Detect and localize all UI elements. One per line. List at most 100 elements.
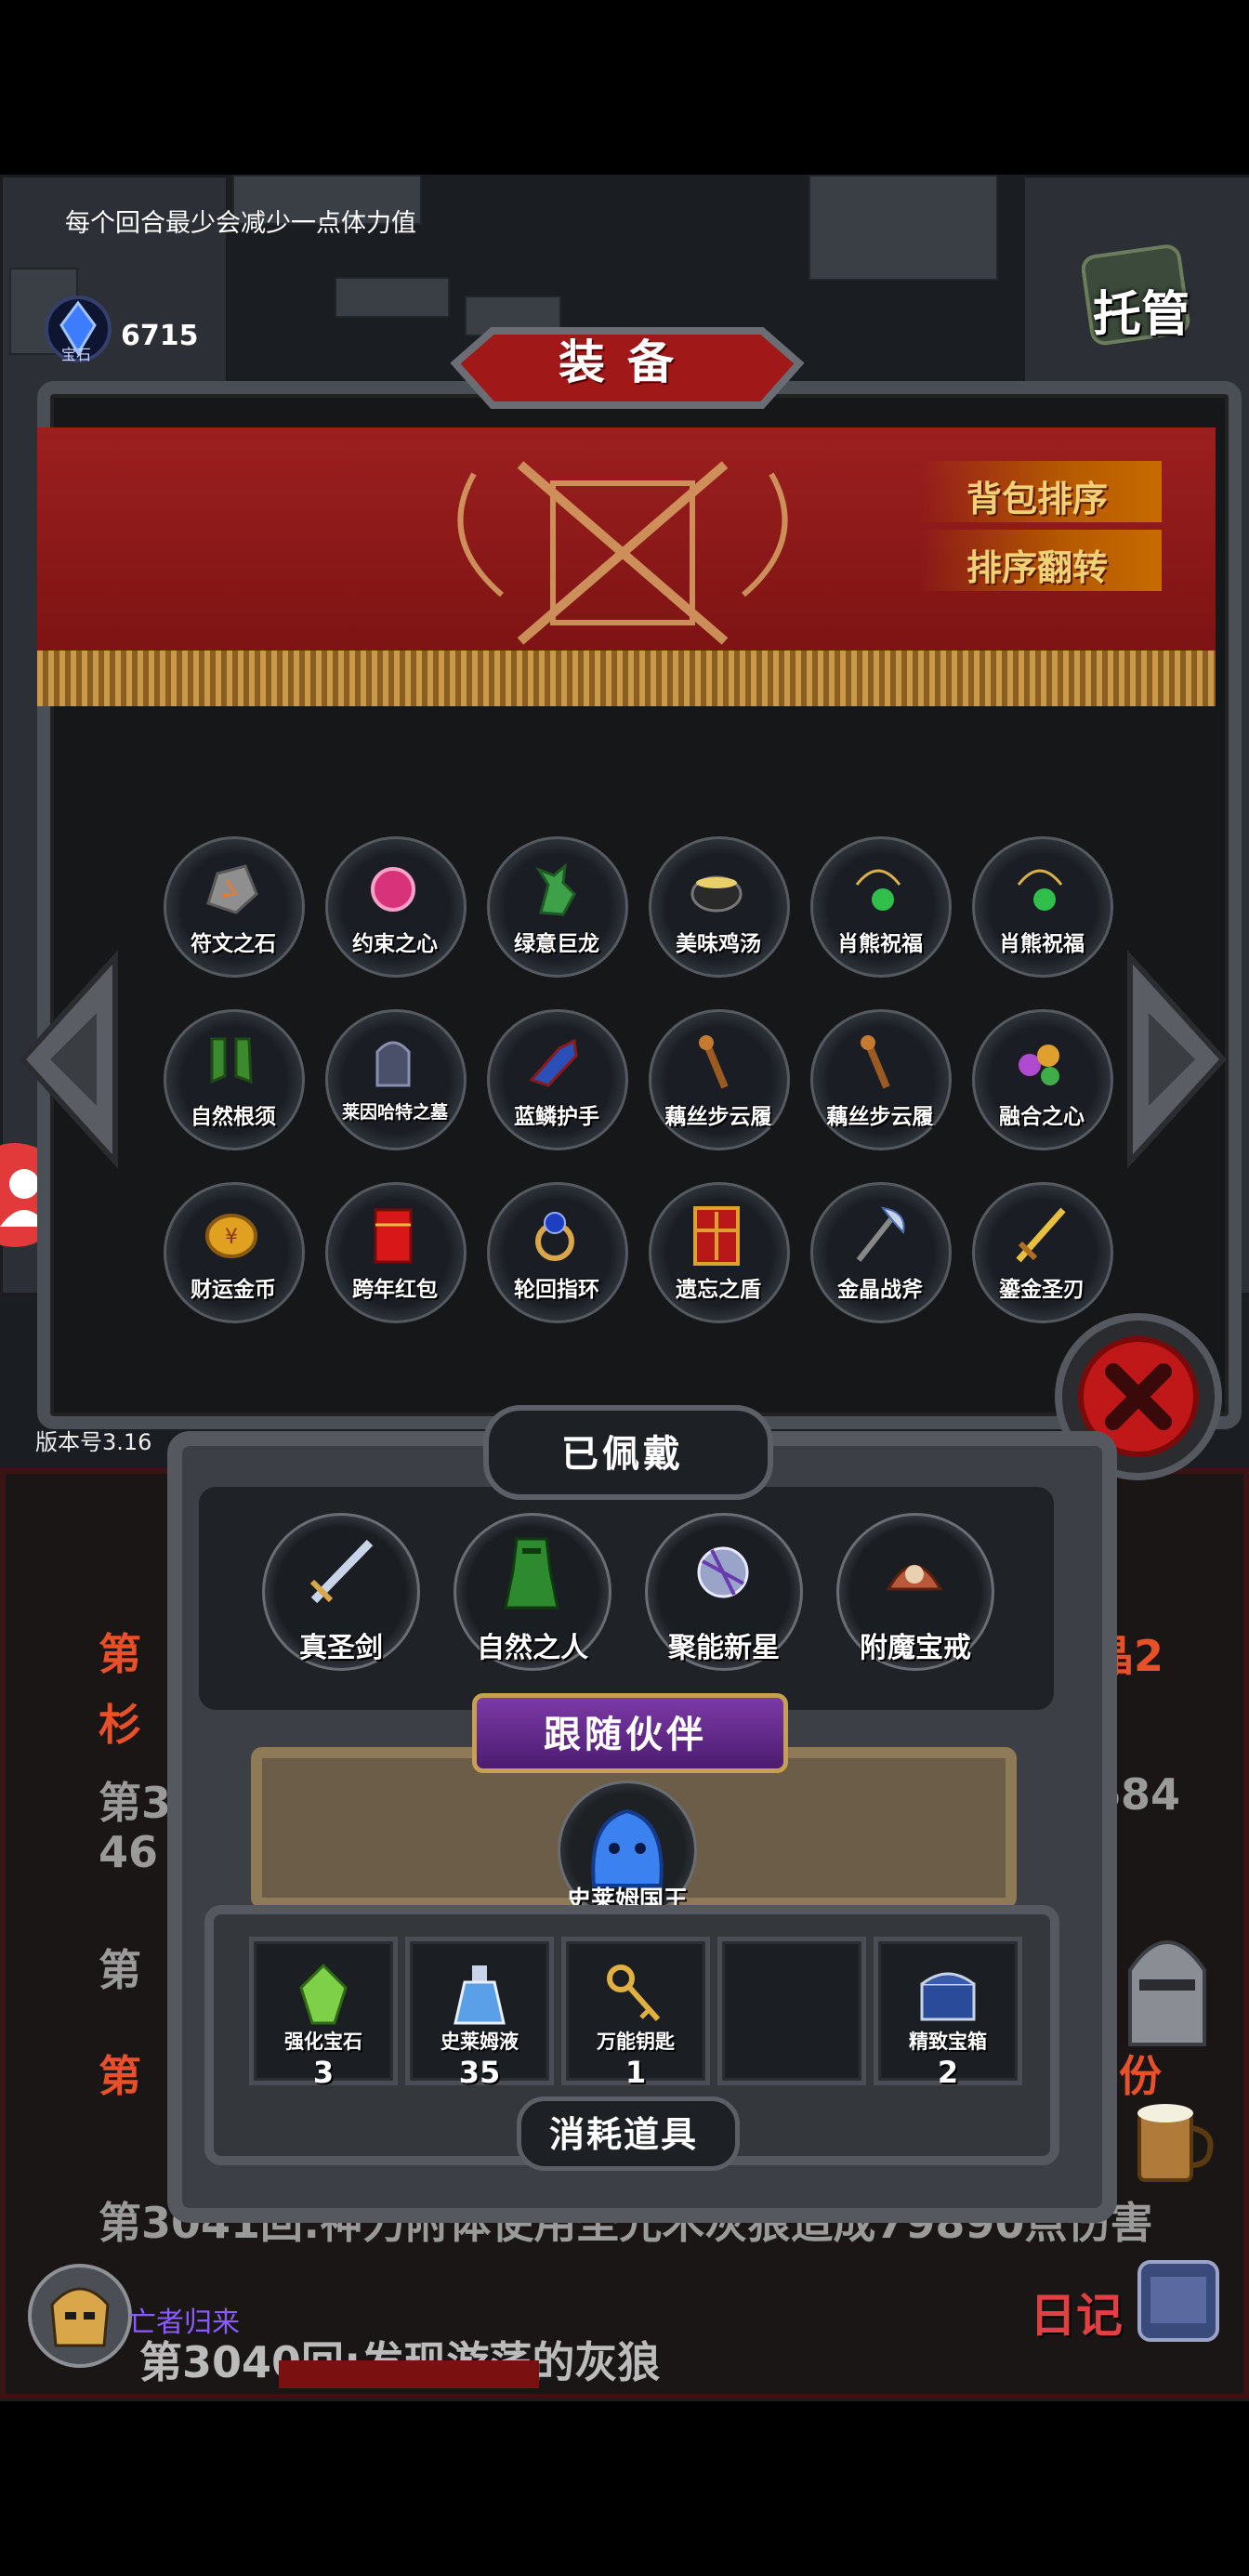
right-arrow-icon (1127, 950, 1228, 1169)
item-label: 鎏金圣刃 (999, 1278, 1085, 1302)
gem-label: 宝石 (61, 346, 92, 363)
companion-title: 跟随伙伴 (544, 1714, 707, 1756)
item-slot[interactable]: 藕丝步云履 (810, 1009, 952, 1150)
wooden-staff-icon (699, 1035, 729, 1089)
gold-key-icon (607, 1965, 661, 2021)
skull-helmet-icon (50, 2287, 110, 2347)
item-slot[interactable]: 融合之心 (972, 1009, 1113, 1150)
item-slot[interactable]: 自然根须 (164, 1009, 305, 1150)
item-label: 符文之石 (191, 932, 276, 956)
consumable-slot[interactable]: 强化宝石 3 (249, 1937, 398, 2090)
soup-pot-icon (690, 875, 743, 913)
empty-consumable-slot[interactable] (717, 1937, 866, 2085)
worn-label: 附魔宝戒 (860, 1632, 971, 1664)
item-slot[interactable]: 鎏金圣刃 (972, 1182, 1113, 1323)
bottom-bar (0, 2401, 1249, 2576)
wooden-staff-icon (861, 1035, 890, 1089)
user-avatar[interactable] (28, 2264, 132, 2368)
worn-label: 自然之人 (477, 1632, 588, 1664)
consumable-slot[interactable]: 万能钥匙 1 (561, 1937, 710, 2090)
log-line: 第3 (99, 1778, 172, 1828)
item-label: 融合之心 (999, 1105, 1085, 1129)
health-bar (279, 2360, 539, 2388)
green-crystal-icon (299, 1963, 348, 2025)
banner-fringe (37, 651, 1216, 706)
gold-coin-icon: ¥ (205, 1214, 257, 1258)
worn-slot[interactable]: 聚能新星 (645, 1513, 803, 1671)
item-slot[interactable]: 跨年红包 (325, 1182, 467, 1323)
log-line: 杉 (99, 1700, 141, 1750)
next-page-button[interactable] (1121, 948, 1232, 1171)
log-line: 第 (99, 1945, 141, 1995)
holy-sword-icon (309, 1539, 374, 1604)
consumable-slot[interactable]: 精致宝箱 2 (874, 1937, 1022, 2090)
item-slot[interactable]: 藕丝步云履 (649, 1009, 790, 1150)
blue-ring-icon (535, 1212, 574, 1261)
item-label: 藕丝步云履 (826, 1105, 934, 1129)
disco-star-icon (697, 1546, 749, 1598)
consumables-title: 消耗道具 (548, 2114, 698, 2155)
item-label: 藕丝步云履 (664, 1105, 772, 1129)
worn-title: 已佩戴 (561, 1433, 684, 1476)
item-slot[interactable]: 遗忘之盾 (649, 1182, 790, 1323)
item-label: 遗忘之盾 (676, 1278, 761, 1302)
consumable-count: 35 (458, 2055, 501, 2090)
consumable-count: 1 (624, 2055, 647, 2090)
log-line: 第 (99, 2051, 141, 2101)
item-label: 美味鸡汤 (676, 932, 761, 956)
log-line: 46 (99, 1827, 159, 1877)
item-label: 肖熊祝福 (837, 932, 923, 956)
prev-page-button[interactable] (13, 948, 125, 1171)
golden-sword-icon (1016, 1207, 1066, 1263)
worn-label: 真圣剑 (299, 1632, 383, 1664)
knight-button[interactable] (1111, 1914, 1223, 2054)
worn-label: 聚能新星 (668, 1632, 780, 1664)
auto-play-label: 托管 (1093, 287, 1190, 343)
item-slot[interactable]: ¥ 财运金币 (164, 1182, 305, 1323)
item-slot[interactable]: 肖熊祝福 (972, 836, 1113, 978)
gem-count: 6715 (121, 320, 199, 352)
worn-slot[interactable]: 真圣剑 (262, 1513, 420, 1671)
treasure-chest-icon (920, 1972, 976, 2021)
rune-stone-icon (206, 864, 258, 914)
item-slot[interactable]: 绿意巨龙 (487, 836, 628, 978)
user-name: 亡者归来 (128, 2307, 240, 2339)
item-slot[interactable]: 约束之心 (325, 836, 467, 978)
version-label: 版本号3.16 (35, 1429, 152, 1455)
item-label: 蓝鳞护手 (514, 1105, 599, 1129)
green-amulet-icon (1017, 869, 1063, 911)
consumable-label: 万能钥匙 (597, 2031, 675, 2053)
enchanted-ring-icon (886, 1564, 943, 1591)
reverse-sort-label: 排序翻转 (966, 547, 1108, 588)
nature-knight-icon (504, 1537, 559, 1610)
item-label: 跨年红包 (352, 1278, 438, 1302)
item-slot[interactable]: 轮回指环 (487, 1182, 628, 1323)
tombstone-icon (375, 1041, 411, 1087)
consumable-count: 3 (312, 2055, 335, 2090)
left-arrow-icon (18, 950, 118, 1169)
item-slot[interactable]: 蓝鳞护手 (487, 1009, 628, 1150)
item-label: 自然根须 (191, 1105, 276, 1129)
item-slot[interactable]: 莱因哈特之墓 (325, 1009, 467, 1150)
diary-label: 日记 (1030, 2289, 1123, 2343)
item-slot[interactable]: 肖熊祝福 (810, 836, 952, 978)
item-slot[interactable]: 符文之石 (164, 836, 305, 978)
sort-bag-button[interactable]: 背包排序 (920, 461, 1162, 522)
tavern-button[interactable] (1121, 2091, 1223, 2193)
consumable-label: 史莱姆液 (440, 2031, 519, 2053)
item-label: 莱因哈特之墓 (341, 1102, 448, 1123)
panel-title: 装备 (559, 335, 696, 389)
worn-slot[interactable]: 附魔宝戒 (836, 1513, 994, 1671)
knight-helmet-icon (1128, 1940, 1206, 2046)
fusion-orbs-icon (1019, 1045, 1059, 1085)
item-label: 金晶战斧 (837, 1278, 923, 1302)
consumable-slot[interactable]: 史莱姆液 35 (405, 1937, 554, 2090)
green-dragon-icon (535, 862, 576, 916)
item-slot[interactable]: 金晶战斧 (810, 1182, 952, 1323)
consumable-count: 2 (937, 2055, 959, 2090)
blue-gauntlet-icon (529, 1038, 578, 1087)
worn-slot[interactable]: 自然之人 (454, 1513, 611, 1671)
sort-bag-label: 背包排序 (966, 479, 1108, 519)
item-slot[interactable]: 美味鸡汤 (649, 836, 790, 978)
reverse-sort-button[interactable]: 排序翻转 (920, 530, 1162, 591)
